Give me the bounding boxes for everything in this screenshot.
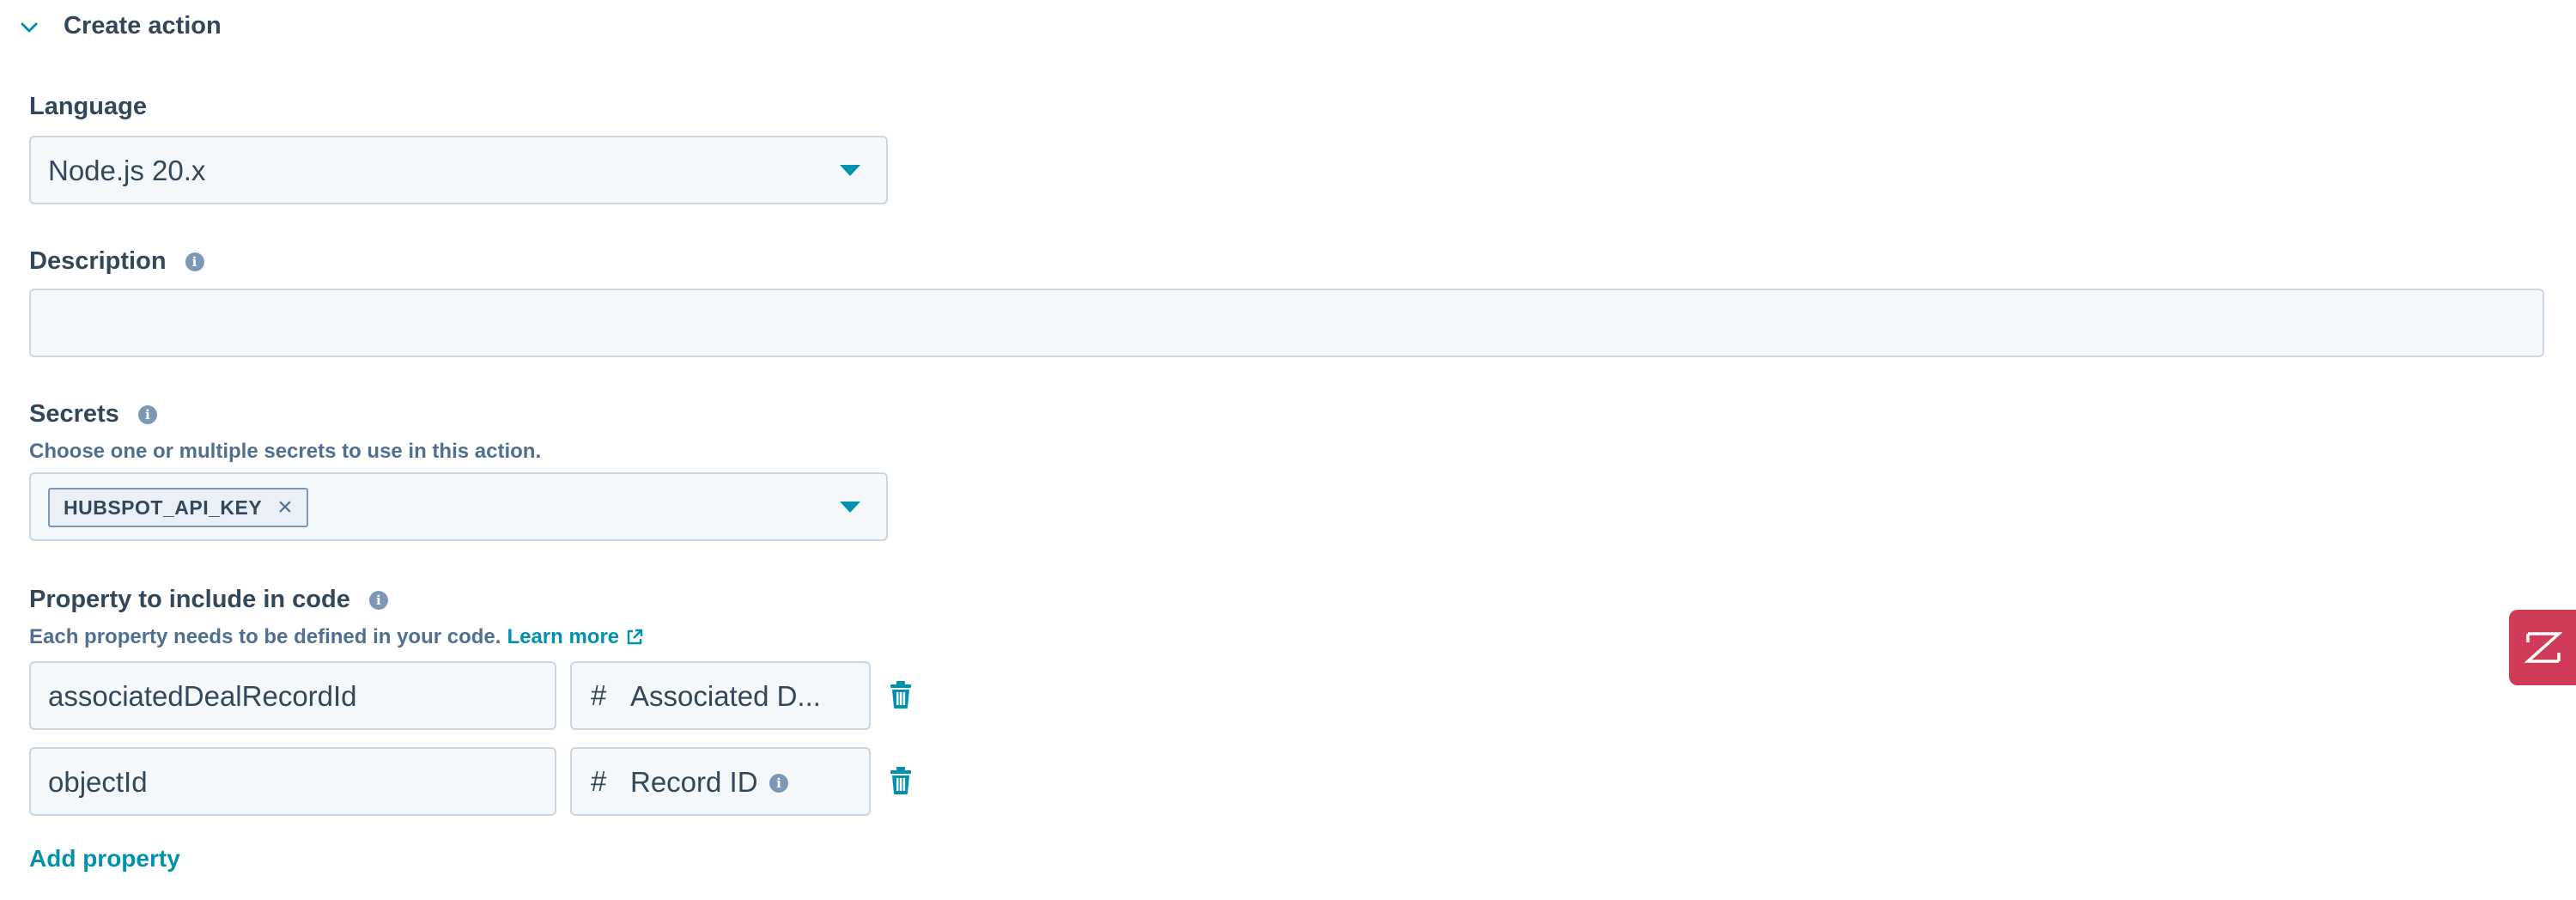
property-select-value: Associated D... [630,680,821,712]
description-label-text: Description [29,247,167,275]
create-action-panel: Create action Language Node.js 20.x Desc… [0,0,2576,900]
secrets-select[interactable]: HUBSPOT_API_KEY × [29,472,888,541]
caret-down-icon[interactable] [840,502,860,513]
zendesk-logo-icon[interactable] [2509,610,2576,685]
secret-tag-label: HUBSPOT_API_KEY [64,496,263,519]
properties-label-text: Property to include in code [29,586,350,613]
info-icon[interactable]: i [368,590,388,610]
secret-tag: HUBSPOT_API_KEY × [48,488,309,527]
properties-help: Each property needs to be defined in you… [29,625,644,649]
property-variable-value: associatedDealRecordId [48,680,357,712]
language-selected-value: Node.js 20.x [48,155,206,186]
property-variable-input[interactable]: associatedDealRecordId [29,661,556,730]
info-icon[interactable]: i [185,252,204,271]
secrets-label: Secrets i [29,400,157,429]
trash-icon[interactable] [890,766,912,800]
property-select[interactable]: # Associated D... [570,661,871,730]
properties-label: Property to include in code i [29,586,388,614]
trash-icon[interactable] [890,680,912,714]
close-icon[interactable]: × [277,495,293,520]
property-variable-value: objectId [48,766,148,798]
property-select-value: Record ID [630,766,758,798]
caret-down-icon [840,165,860,176]
add-property-button[interactable]: Add property [29,845,180,873]
description-label: Description i [29,247,204,276]
language-label-text: Language [29,93,147,120]
properties-help-text: Each property needs to be defined in you… [29,625,501,648]
description-field[interactable] [29,289,2544,357]
secrets-label-text: Secrets [29,400,119,428]
chevron-down-icon[interactable] [19,17,39,38]
learn-more-link[interactable]: Learn more [507,625,619,649]
language-label: Language [29,93,147,121]
hash-icon: # [591,765,607,797]
info-icon[interactable]: i [769,774,788,793]
property-select[interactable]: # Record ID i [570,747,871,816]
secrets-help-text: Choose one or multiple secrets to use in… [29,440,542,463]
language-select[interactable]: Node.js 20.x [29,136,888,204]
info-icon[interactable]: i [137,404,157,424]
property-variable-input[interactable]: objectId [29,747,556,816]
hash-icon: # [591,679,607,711]
section-title[interactable]: Create action [64,12,222,40]
external-link-icon[interactable] [625,628,644,647]
